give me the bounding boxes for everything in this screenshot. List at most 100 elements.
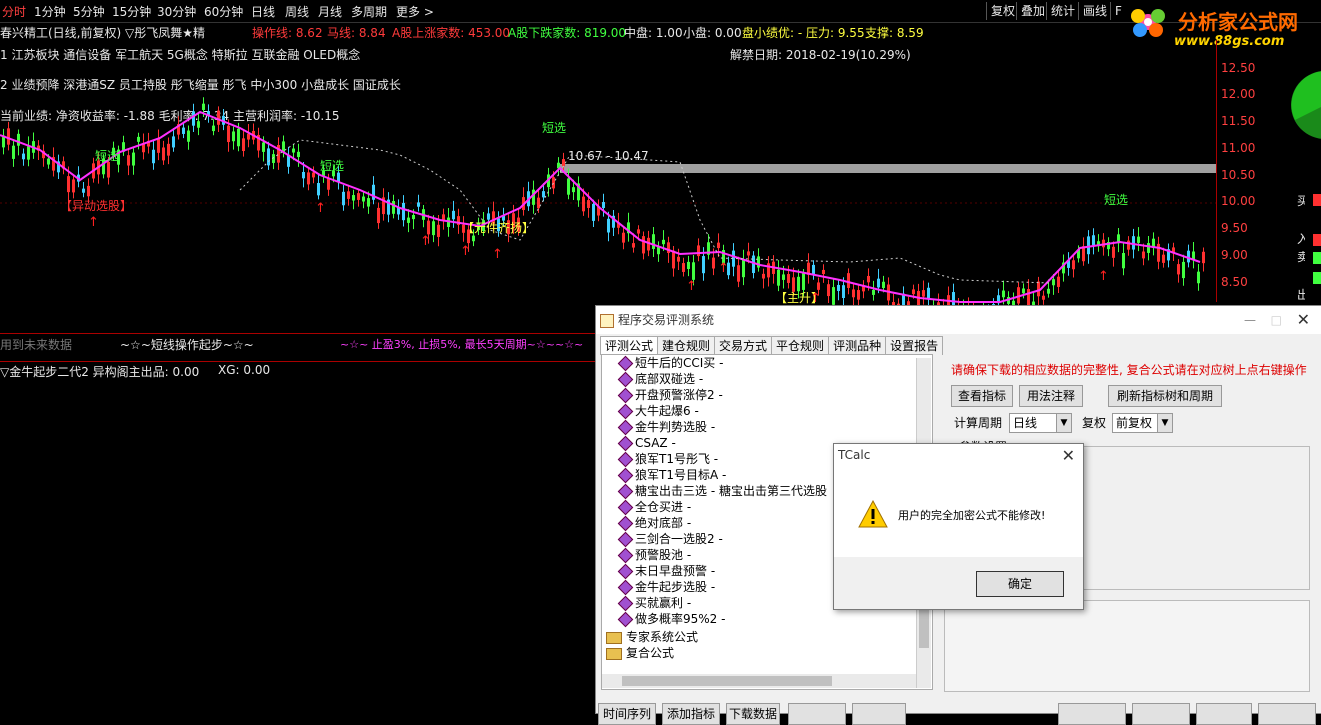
tick-label: 10.00 [1221,194,1256,208]
overlay-button[interactable]: 叠加 [1016,2,1049,20]
usage-note-button[interactable]: 用法注释 [1019,385,1083,407]
bottom-button-9[interactable] [1258,703,1316,725]
tick-label: 10.50 [1221,168,1256,182]
formula-icon [617,451,634,468]
warning-icon [858,500,888,528]
formula-icon [617,435,634,452]
formula-tree-item[interactable]: 全仓买进 - [617,499,691,516]
formula-tree-item[interactable]: 绝对底部 - [617,515,692,532]
period-60min[interactable]: 60分钟 [204,3,243,20]
view-indicator-button[interactable]: 查看指标 [951,385,1013,407]
formula-tree-item[interactable]: 末日早盘预警 - [617,563,716,580]
formula-tree-item[interactable]: 三剑合一选股2 - [617,531,723,548]
price-chart[interactable]: 短选 短选 短选 短选 10.67 - 10.47 【元件齐扬】 【异动选股】 … [0,40,1216,330]
app-icon [600,314,614,328]
period-more[interactable]: 更多 > [396,3,434,20]
period-30min[interactable]: 30分钟 [157,3,196,20]
tick-label: 12.50 [1221,61,1256,75]
time-series-button[interactable]: 时间序列 [598,703,656,725]
tab-close-rule[interactable]: 平仓规则 [771,336,830,355]
period-multi[interactable]: 多周期 [351,3,387,20]
period-5min[interactable]: 5分钟 [73,3,105,20]
future-data-note: 用到未来数据 [0,338,73,352]
formula-name: 金牛判势选股 - [635,420,716,434]
period-1min[interactable]: 1分钟 [34,3,66,20]
close-icon[interactable]: ✕ [1297,306,1310,334]
download-data-button[interactable]: 下载数据 [726,703,780,725]
tick-label: 11.00 [1221,141,1256,155]
bottom-button-5[interactable] [852,703,906,725]
maximize-icon[interactable]: □ [1271,306,1282,334]
formula-tree-item[interactable]: 金牛起步选股 - [617,579,715,596]
formula-name: 末日早盘预警 - [635,564,716,578]
draw-button[interactable]: 画线 [1078,2,1111,20]
ok-button[interactable]: 确定 [976,571,1064,597]
bottom-button-7[interactable] [1132,703,1190,725]
mid-cap: 中盘: 1.00 [624,26,683,40]
dialog-titlebar[interactable]: 程序交易评测系统 — □ ✕ [596,306,1321,334]
add-indicator-button[interactable]: 添加指标 [662,703,720,725]
period-15min[interactable]: 15分钟 [112,3,151,20]
tab-open-rule[interactable]: 建仓规则 [657,336,716,355]
formula-tree-item[interactable]: CSAZ - [617,435,676,452]
pressure-value: 压力: 9.55 [806,26,865,40]
formula-tree-item[interactable]: 开盘预警涨停2 - [617,387,723,404]
formula-tree-item[interactable]: 狼军T1号目标A - [617,467,726,484]
formula-tree-item[interactable]: 底部双碰选 - [617,371,703,388]
formula-tree-item[interactable]: 做多概率95%2 - [617,611,726,628]
formula-name: 短牛后的CCI买 - [635,356,724,370]
tree-hscrollbar[interactable] [602,674,916,688]
range-label: 10.67 - 10.47 [568,149,649,163]
period-select[interactable]: 日线 ▼ [1009,413,1072,433]
minimize-icon[interactable]: — [1244,306,1256,334]
refresh-tree-button[interactable]: 刷新指标树和周期 [1108,385,1222,407]
dialog-title: 程序交易评测系统 [618,313,715,327]
fuquan-value: 前复权 [1116,416,1153,430]
period-monthly[interactable]: 月线 [318,3,342,20]
formula-icon [617,595,634,612]
formula-tree-item[interactable]: 短牛后的CCI买 - [617,355,724,372]
bottom-button-8[interactable] [1196,703,1252,725]
fuquan-button[interactable]: 复权 [986,2,1019,20]
period-fenshi[interactable]: 分时 [2,3,26,20]
formula-tree-item[interactable]: 狼军T1号彤飞 - [617,451,718,468]
msgbox-close-icon[interactable]: ✕ [1062,446,1075,465]
formula-tree-item[interactable]: 糖宝出击三选 - 糖宝出击第三代选股 [617,483,827,500]
formula-icon [617,403,634,420]
formula-name: 绝对底部 - [635,516,692,530]
fuquan-label: 复权 [1082,416,1107,430]
down-count: A股下跌家数: 819.00 [508,26,627,40]
tab-instrument[interactable]: 评测品种 [828,336,887,355]
price-axis: 12.50 12.00 11.50 11.00 10.50 10.00 9.50… [1216,40,1292,302]
formula-icon [617,563,634,580]
up-arrow-icon: ↑ [420,234,431,249]
formula-tree-item[interactable]: 买就赢利 - [617,595,691,612]
period-daily[interactable]: 日线 [251,3,275,20]
folder-item[interactable]: 专家系统公式 [606,629,698,645]
formula-icon [617,387,634,404]
formula-icon [617,611,634,628]
up-arrow-icon: ↑ [315,201,326,216]
fuquan-select[interactable]: 前复权 ▼ [1112,413,1173,433]
up-arrow-icon: ↑ [88,215,99,230]
formula-tree-item[interactable]: 大牛起爆6 - [617,403,699,420]
folder-item[interactable]: 复合公式 [606,645,674,661]
tab-report[interactable]: 设置报告 [885,336,944,355]
tab-formula[interactable]: 评测公式 [600,336,659,355]
formula-name: 预警股池 - [635,548,692,562]
formula-name: CSAZ - [635,436,676,450]
folder-name: 复合公式 [626,646,675,660]
tick-label: 9.50 [1221,221,1248,235]
tab-trade-mode[interactable]: 交易方式 [714,336,773,355]
formula-tree-item[interactable]: 金牛判势选股 - [617,419,716,436]
yuanjian-label: 【元件齐扬】 [462,220,534,235]
volume-bars [1305,192,1321,302]
bottom-button-6[interactable] [1058,703,1126,725]
formula-tree-item[interactable]: 预警股池 - [617,547,692,564]
formula-name: 做多概率95%2 - [635,612,726,626]
bottom-button-4[interactable] [788,703,846,725]
divider [0,361,595,362]
msgbox-message: 用户的完全加密公式不能修改! [898,509,1046,522]
stats-button[interactable]: 统计 [1046,2,1079,20]
period-weekly[interactable]: 周线 [285,3,309,20]
